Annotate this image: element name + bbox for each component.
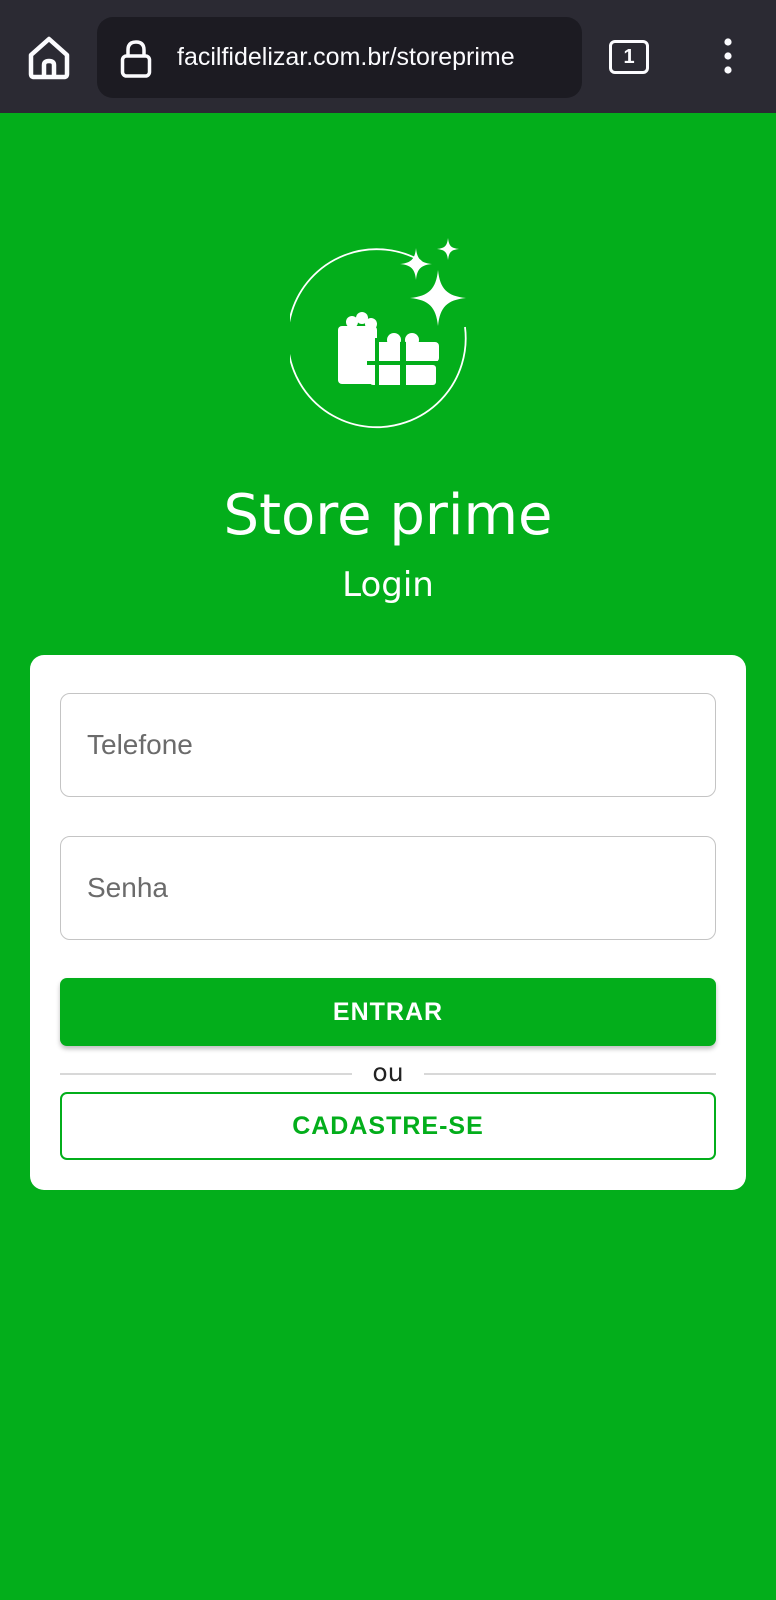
lock-icon — [120, 40, 152, 78]
browser-menu-button[interactable] — [710, 36, 746, 80]
login-card: ENTRAR ou CADASTRE-SE — [30, 655, 746, 1190]
or-divider: ou — [60, 1055, 716, 1091]
login-button[interactable]: ENTRAR — [60, 978, 716, 1046]
address-bar[interactable]: facilfidelizar.com.br/storeprime — [97, 17, 582, 98]
phone-input[interactable] — [60, 693, 716, 797]
page-subtitle: Login — [342, 565, 434, 605]
password-input[interactable] — [60, 836, 716, 940]
gift-sparkles-icon — [286, 238, 467, 429]
home-button[interactable] — [22, 30, 76, 84]
kebab-menu-icon — [724, 38, 732, 74]
url-text: facilfidelizar.com.br/storeprime — [177, 43, 515, 71]
tabs-button[interactable]: 1 — [609, 40, 649, 74]
register-button[interactable]: CADASTRE-SE — [60, 1092, 716, 1160]
home-icon — [28, 36, 70, 80]
tab-count: 1 — [623, 46, 635, 68]
browser-toolbar: facilfidelizar.com.br/storeprime 1 — [0, 0, 776, 113]
brand-title: Store prime — [223, 483, 553, 548]
store-logo — [286, 238, 486, 448]
divider-label: ou — [372, 1058, 404, 1087]
